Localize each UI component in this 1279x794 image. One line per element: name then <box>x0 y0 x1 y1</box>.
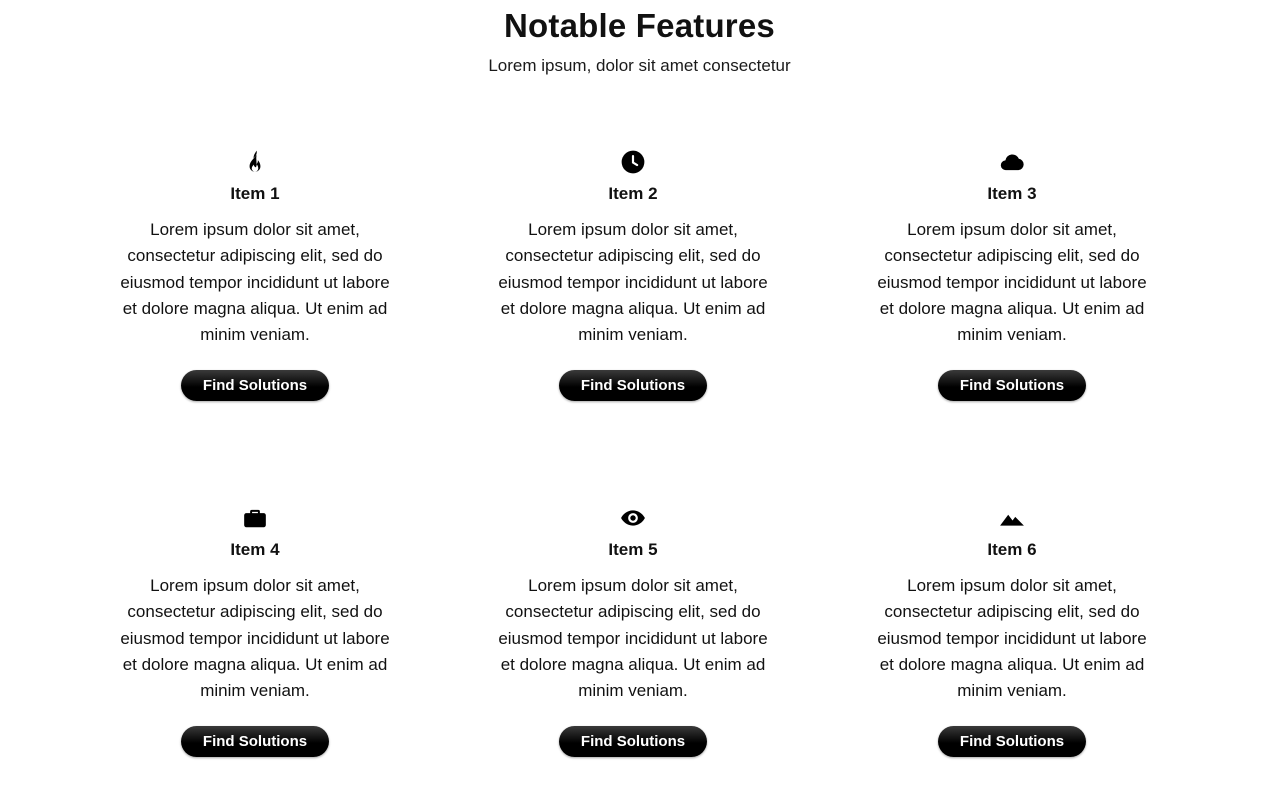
clock-icon <box>620 149 646 175</box>
mountain-icon <box>999 505 1025 531</box>
feature-title: Item 4 <box>230 540 280 559</box>
cloud-icon <box>999 149 1025 175</box>
find-solutions-button[interactable]: Find Solutions <box>937 726 1087 758</box>
page-header: Notable Features Lorem ipsum, dolor sit … <box>0 0 1279 77</box>
page-title: Notable Features <box>504 7 775 44</box>
feature-card-4: Item 4 Lorem ipsum dolor sit amet, conse… <box>105 505 405 758</box>
feature-card-2: Item 2 Lorem ipsum dolor sit amet, conse… <box>483 149 783 402</box>
find-solutions-button[interactable]: Find Solutions <box>558 370 708 402</box>
find-solutions-button[interactable]: Find Solutions <box>180 370 330 402</box>
find-solutions-button[interactable]: Find Solutions <box>937 370 1087 402</box>
feature-title: Item 3 <box>987 184 1037 203</box>
find-solutions-button[interactable]: Find Solutions <box>558 726 708 758</box>
features-grid: Item 1 Lorem ipsum dolor sit amet, conse… <box>0 77 1279 777</box>
page-subtitle: Lorem ipsum, dolor sit amet consectetur <box>488 56 791 75</box>
feature-description: Lorem ipsum dolor sit amet, consectetur … <box>877 576 1147 701</box>
feature-title: Item 1 <box>230 184 280 203</box>
feature-card-6: Item 6 Lorem ipsum dolor sit amet, conse… <box>862 505 1162 758</box>
feature-description: Lorem ipsum dolor sit amet, consectetur … <box>120 576 390 701</box>
feature-title: Item 2 <box>608 184 658 203</box>
feature-card-3: Item 3 Lorem ipsum dolor sit amet, conse… <box>862 149 1162 402</box>
feature-title: Item 6 <box>987 540 1037 559</box>
fire-icon <box>242 149 268 175</box>
feature-description: Lorem ipsum dolor sit amet, consectetur … <box>877 220 1147 345</box>
feature-description: Lorem ipsum dolor sit amet, consectetur … <box>498 576 768 701</box>
feature-description: Lorem ipsum dolor sit amet, consectetur … <box>120 220 390 345</box>
feature-description: Lorem ipsum dolor sit amet, consectetur … <box>498 220 768 345</box>
feature-title: Item 5 <box>608 540 658 559</box>
feature-card-1: Item 1 Lorem ipsum dolor sit amet, conse… <box>105 149 405 402</box>
briefcase-icon <box>242 505 268 531</box>
find-solutions-button[interactable]: Find Solutions <box>180 726 330 758</box>
eye-icon <box>620 505 646 531</box>
feature-card-5: Item 5 Lorem ipsum dolor sit amet, conse… <box>483 505 783 758</box>
